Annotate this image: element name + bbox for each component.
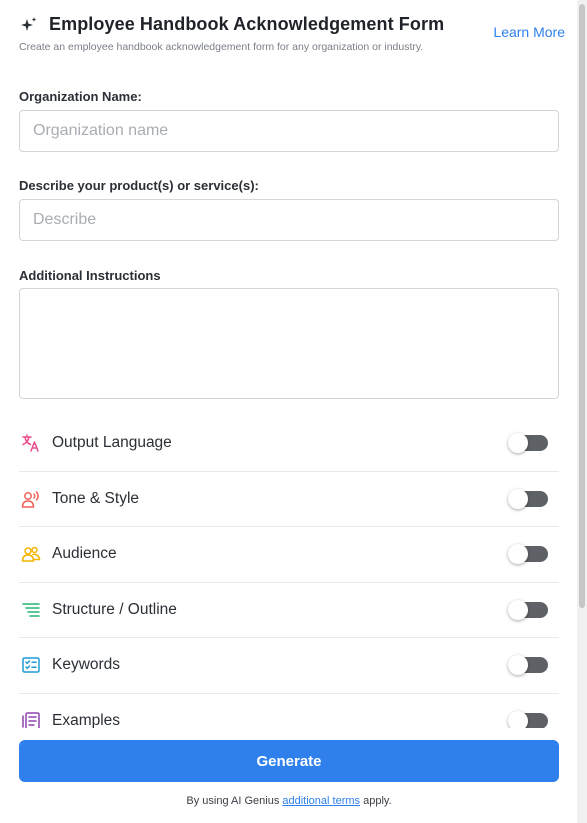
output-language-toggle[interactable] (508, 433, 548, 454)
audience-icon (20, 543, 42, 565)
option-tone-style[interactable]: Tone & Style (19, 472, 559, 527)
option-keywords[interactable]: Keywords (19, 638, 559, 694)
page-subtitle: Create an employee handbook acknowledgem… (19, 41, 424, 53)
footer-prefix: By using AI Genius (186, 795, 283, 807)
describe-label: Describe your product(s) or service(s): (19, 178, 259, 193)
option-structure-outline[interactable]: Structure / Outline (19, 583, 559, 638)
sparkle-icon (21, 16, 37, 31)
scrollbar-thumb[interactable] (579, 4, 585, 608)
keywords-icon (20, 654, 42, 676)
footer-suffix: apply. (360, 795, 392, 807)
terms-footer: By using AI Genius additional terms appl… (0, 795, 578, 807)
option-label: Keywords (52, 656, 121, 674)
organization-name-label: Organization Name: (19, 89, 142, 104)
title-row: Employee Handbook Acknowledgement Form (19, 14, 559, 35)
option-label: Examples (52, 711, 121, 728)
tone-style-toggle[interactable] (508, 488, 548, 509)
options-list: Output Language Tone & Style Audience St… (19, 416, 559, 728)
option-label: Structure / Outline (52, 600, 177, 618)
option-examples[interactable]: Examples (19, 694, 559, 728)
examples-icon (20, 710, 42, 728)
form-header: Employee Handbook Acknowledgement Form L… (19, 14, 565, 53)
outline-icon (20, 599, 42, 621)
scrollbar-track[interactable] (577, 0, 587, 823)
keywords-toggle[interactable] (508, 655, 548, 676)
learn-more-link[interactable]: Learn More (493, 24, 565, 40)
describe-input[interactable] (19, 199, 559, 241)
additional-instructions-textarea[interactable] (19, 288, 559, 399)
structure-outline-toggle[interactable] (508, 599, 548, 620)
option-label: Output Language (52, 434, 172, 452)
generate-button[interactable]: Generate (19, 740, 559, 782)
translate-icon (20, 432, 42, 454)
option-audience[interactable]: Audience (19, 527, 559, 583)
examples-toggle[interactable] (508, 710, 548, 728)
page-title: Employee Handbook Acknowledgement Form (49, 14, 445, 34)
additional-terms-link[interactable]: additional terms (282, 795, 360, 807)
option-label: Tone & Style (52, 489, 140, 507)
speaking-person-icon (20, 488, 42, 510)
option-label: Audience (52, 545, 117, 563)
option-output-language[interactable]: Output Language (19, 416, 559, 472)
additional-instructions-label: Additional Instructions (19, 268, 161, 283)
organization-name-input[interactable] (19, 110, 559, 152)
audience-toggle[interactable] (508, 544, 548, 565)
